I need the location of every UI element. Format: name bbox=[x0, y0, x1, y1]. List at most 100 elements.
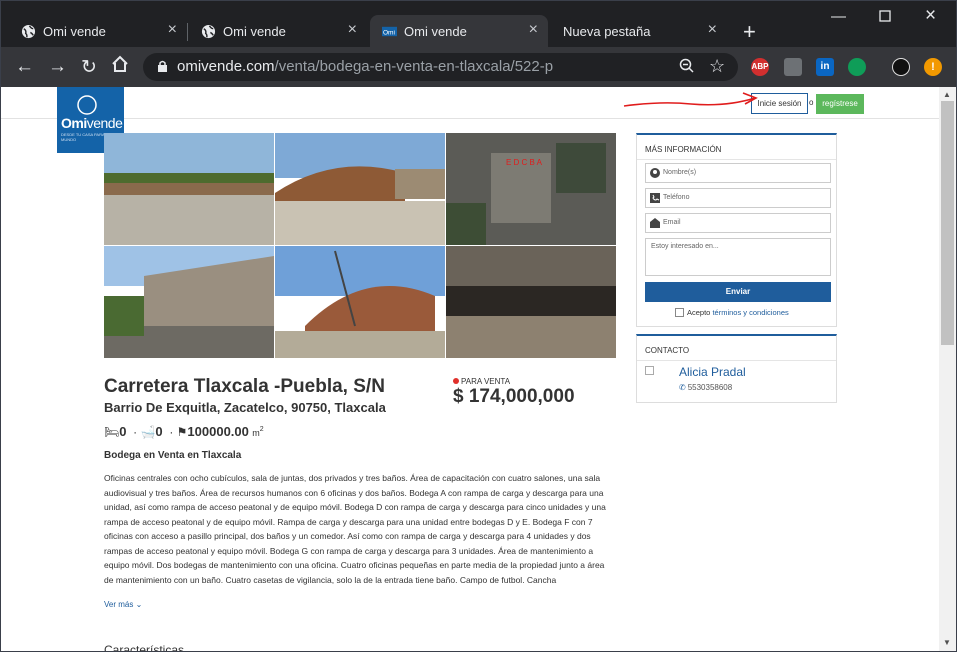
area-unit: m bbox=[252, 428, 260, 438]
new-tab-icon[interactable]: + bbox=[743, 19, 756, 45]
home-icon[interactable] bbox=[111, 55, 129, 79]
globe-icon bbox=[201, 24, 216, 39]
show-more-link[interactable]: Ver más ⌄ bbox=[104, 600, 142, 609]
send-button[interactable]: Enviar bbox=[645, 282, 831, 302]
url-path: /venta/bodega-en-venta-en-tlaxcala/522-p bbox=[274, 58, 554, 75]
gallery-photo[interactable] bbox=[104, 246, 274, 358]
svg-text:E D C B A: E D C B A bbox=[506, 158, 543, 167]
photo-gallery[interactable]: E D C B A bbox=[104, 133, 617, 359]
update-alert-icon[interactable]: ! bbox=[924, 58, 942, 76]
scrollbar-thumb[interactable] bbox=[941, 101, 954, 345]
gallery-photo[interactable] bbox=[275, 133, 445, 245]
gallery-photo[interactable]: E D C B A bbox=[446, 133, 616, 245]
status-dot-icon bbox=[453, 378, 459, 384]
tab-title: Omi vende bbox=[43, 24, 106, 39]
gallery-photo[interactable] bbox=[104, 133, 274, 245]
minimize-icon[interactable]: — bbox=[831, 8, 846, 25]
property-address: Barrio De Exquitla, Zacatelco, 90750, Tl… bbox=[104, 400, 386, 415]
tab-title: Omi vende bbox=[404, 24, 467, 39]
logo-text: Omivende bbox=[61, 115, 123, 131]
profile-avatar-icon[interactable] bbox=[892, 58, 910, 76]
url-host: omivende.com bbox=[177, 58, 275, 75]
adblock-plus-icon[interactable]: ABP bbox=[751, 58, 769, 76]
phone-field[interactable]: Teléfono bbox=[645, 188, 831, 208]
property-price: $ 174,000,000 bbox=[453, 386, 575, 407]
extension-icon[interactable] bbox=[784, 58, 802, 76]
url-text: omivende.com/venta/bodega-en-venta-en-tl… bbox=[177, 58, 553, 75]
message-textarea[interactable]: Estoy interesado en... bbox=[645, 238, 831, 276]
omi-favicon-icon: Omi bbox=[382, 26, 397, 36]
annotation-arrow bbox=[623, 92, 758, 107]
name-field[interactable]: Nombre(s) bbox=[645, 163, 831, 183]
agent-photo bbox=[645, 366, 654, 375]
info-form-heading: MÁS INFORMACIÓN bbox=[645, 145, 722, 154]
terms-prefix: Acepto bbox=[687, 308, 711, 317]
chevron-down-icon: ⌄ bbox=[135, 600, 143, 609]
property-features: 🛏0 · 🛁0 · ⚑100000.00 m2 bbox=[104, 424, 264, 439]
info-form-card: MÁS INFORMACIÓN Nombre(s) Teléfono Email… bbox=[636, 133, 837, 327]
email-field[interactable]: Email bbox=[645, 213, 831, 233]
bed-icon: 🛏 bbox=[104, 425, 120, 439]
address-bar[interactable]: omivende.com/venta/bodega-en-venta-en-tl… bbox=[143, 53, 738, 81]
show-more-label: Ver más bbox=[104, 600, 134, 609]
linkedin-icon[interactable]: in bbox=[816, 58, 834, 76]
description-title: Bodega en Venta en Tlaxcala bbox=[104, 450, 242, 461]
area-value: 100000.00 bbox=[187, 424, 249, 439]
contact-heading: CONTACTO bbox=[645, 346, 690, 355]
terms-checkbox[interactable] bbox=[675, 308, 684, 317]
terms-row: Acepto términos y condiciones bbox=[675, 308, 789, 317]
tab-4[interactable]: Nueva pestaña × bbox=[549, 15, 727, 47]
tab-2[interactable]: Omi vende × bbox=[189, 15, 367, 47]
phone-icon: ✆ bbox=[679, 383, 686, 392]
page-scrollbar[interactable]: ▲ ▼ bbox=[939, 87, 956, 651]
lock-icon bbox=[158, 60, 167, 72]
card-divider bbox=[637, 360, 836, 361]
features-heading: Características bbox=[104, 643, 185, 651]
scroll-up-icon[interactable]: ▲ bbox=[943, 90, 951, 99]
close-window-icon[interactable]: × bbox=[925, 5, 936, 27]
area-flag-icon: ⚑ bbox=[176, 425, 188, 439]
bookmark-star-icon[interactable]: ☆ bbox=[709, 56, 725, 77]
sale-label: PARA VENTA bbox=[461, 377, 511, 386]
logo-brand-suffix: vende bbox=[86, 115, 123, 131]
maximize-icon[interactable] bbox=[879, 9, 891, 26]
header-divider bbox=[1, 118, 939, 119]
envelope-icon bbox=[650, 218, 660, 228]
forward-icon[interactable]: → bbox=[48, 56, 67, 78]
agent-name[interactable]: Alicia Pradal bbox=[679, 365, 746, 379]
terms-link[interactable]: términos y condiciones bbox=[712, 308, 788, 317]
globe-icon bbox=[21, 24, 36, 39]
tab-3-active[interactable]: Omi Omi vende × bbox=[370, 15, 548, 47]
reload-icon[interactable]: ↻ bbox=[81, 56, 97, 79]
contact-card: CONTACTO Alicia Pradal ✆ 5530358608 bbox=[636, 334, 837, 403]
gallery-photo[interactable] bbox=[275, 246, 445, 358]
browser-toolbar: ← → ↻ omivende.com/venta/bodega-en-venta… bbox=[1, 47, 956, 87]
phone-placeholder: Teléfono bbox=[663, 194, 690, 201]
register-button[interactable]: regístrese bbox=[816, 94, 864, 114]
close-tab-icon[interactable]: × bbox=[708, 21, 717, 39]
tab-title: Omi vende bbox=[223, 24, 286, 39]
scroll-down-icon[interactable]: ▼ bbox=[943, 638, 951, 647]
card-divider bbox=[637, 159, 836, 160]
close-tab-icon[interactable]: × bbox=[529, 21, 538, 39]
agent-phone-number: 5530358608 bbox=[687, 383, 733, 392]
close-tab-icon[interactable]: × bbox=[168, 21, 177, 39]
close-tab-icon[interactable]: × bbox=[348, 21, 357, 39]
agent-phone: ✆ 5530358608 bbox=[679, 383, 732, 392]
sale-status: PARA VENTA bbox=[453, 377, 510, 386]
browser-window: Omi vende × Omi vende × Omi Omi vende × … bbox=[0, 0, 957, 652]
zoom-out-icon[interactable] bbox=[679, 58, 695, 74]
svg-text:Omi: Omi bbox=[383, 29, 396, 36]
tab-1[interactable]: Omi vende × bbox=[9, 15, 187, 47]
gallery-photo[interactable] bbox=[446, 246, 616, 358]
or-text: o bbox=[809, 98, 814, 107]
tab-title: Nueva pestaña bbox=[563, 24, 651, 39]
tab-separator bbox=[187, 23, 188, 41]
bath-icon: 🛁 bbox=[140, 425, 156, 439]
bathrooms-count: 0 bbox=[155, 424, 163, 439]
hangouts-icon[interactable] bbox=[848, 58, 866, 76]
back-icon[interactable]: ← bbox=[15, 56, 34, 78]
property-title: Carretera Tlaxcala -Puebla, S/N bbox=[104, 376, 385, 397]
area-exponent: 2 bbox=[259, 426, 264, 433]
user-icon bbox=[650, 168, 660, 178]
